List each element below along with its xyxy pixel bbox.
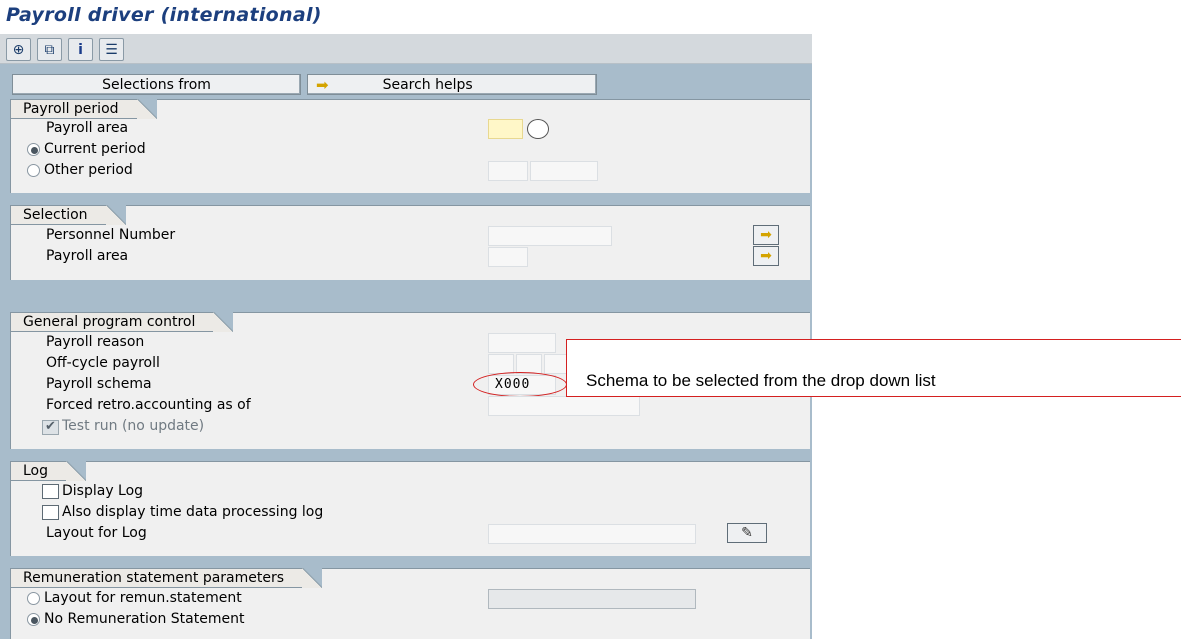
off-cycle-input[interactable] xyxy=(544,354,568,374)
payroll-reason-input[interactable] xyxy=(488,333,556,353)
page-title: Payroll driver (international) xyxy=(6,4,322,26)
selection-payroll-area-input[interactable] xyxy=(488,247,528,267)
other-period-label: Other period xyxy=(44,162,133,178)
payroll-area-label: Payroll area xyxy=(46,120,129,136)
selections-from-button[interactable]: Selections from xyxy=(12,74,301,95)
other-period-radio[interactable] xyxy=(27,164,40,177)
matchcode-icon[interactable] xyxy=(527,119,549,139)
multiple-selection-button[interactable]: ➡ xyxy=(753,246,779,266)
general-program-control-header: General program control xyxy=(10,312,234,332)
log-header: Log xyxy=(10,461,87,481)
personnel-number-label: Personnel Number xyxy=(46,227,176,243)
multiple-selection-button[interactable]: ➡ xyxy=(753,225,779,245)
no-remuneration-radio[interactable] xyxy=(27,613,40,626)
personnel-number-input[interactable] xyxy=(488,226,612,246)
display-log-label: Display Log xyxy=(62,483,144,499)
pencil-icon[interactable]: ✎ xyxy=(727,523,767,543)
execute-icon[interactable]: ⊕ xyxy=(6,38,31,61)
off-cycle-payroll-label: Off-cycle payroll xyxy=(46,355,160,371)
display-log-checkbox[interactable] xyxy=(42,484,59,499)
annotation-text: Schema to be selected from the drop down… xyxy=(586,371,936,390)
search-helps-button[interactable]: ➡ Search helps xyxy=(307,74,597,95)
remun-layout-radio[interactable] xyxy=(27,592,40,605)
no-remuneration-label: No Remuneration Statement xyxy=(44,611,245,627)
annotation-callout: Schema to be selected from the drop down… xyxy=(566,339,1181,397)
test-run-checkbox[interactable]: ✔ xyxy=(42,419,59,435)
checkmark-icon: ✔ xyxy=(45,419,56,434)
payroll-period-header: Payroll period xyxy=(10,99,157,119)
other-period-year-input[interactable] xyxy=(530,161,598,181)
off-cycle-input[interactable] xyxy=(488,354,514,374)
arrow-right-icon: ➡ xyxy=(760,248,772,264)
selection-payroll-area-label: Payroll area xyxy=(46,248,129,264)
selection-options-icon[interactable]: ☰ xyxy=(99,38,124,61)
time-data-log-checkbox[interactable] xyxy=(42,505,59,520)
other-period-input[interactable] xyxy=(488,161,528,181)
schema-highlight-ellipse xyxy=(473,372,567,397)
current-period-radio[interactable] xyxy=(27,143,40,156)
selection-header: Selection xyxy=(10,205,126,225)
arrow-right-icon: ➡ xyxy=(316,75,329,94)
copy-variant-icon[interactable]: ⧉ xyxy=(37,38,62,61)
time-data-log-label: Also display time data processing log xyxy=(62,504,324,520)
arrow-right-icon: ➡ xyxy=(760,227,772,243)
current-period-label: Current period xyxy=(44,141,146,157)
test-run-label: Test run (no update) xyxy=(62,418,205,434)
layout-for-log-input[interactable] xyxy=(488,524,696,544)
remuneration-header: Remuneration statement parameters xyxy=(10,568,323,588)
forced-retro-label: Forced retro.accounting as of xyxy=(46,397,251,413)
forced-retro-date-input[interactable] xyxy=(488,396,640,416)
payroll-reason-label: Payroll reason xyxy=(46,334,145,350)
layout-for-log-label: Layout for Log xyxy=(46,525,147,541)
info-icon[interactable]: i xyxy=(68,38,93,61)
remun-layout-input[interactable] xyxy=(488,589,696,609)
off-cycle-input[interactable] xyxy=(516,354,542,374)
payroll-area-input[interactable] xyxy=(488,119,523,139)
remun-layout-label: Layout for remun.statement xyxy=(44,590,242,606)
payroll-schema-label: Payroll schema xyxy=(46,376,152,392)
